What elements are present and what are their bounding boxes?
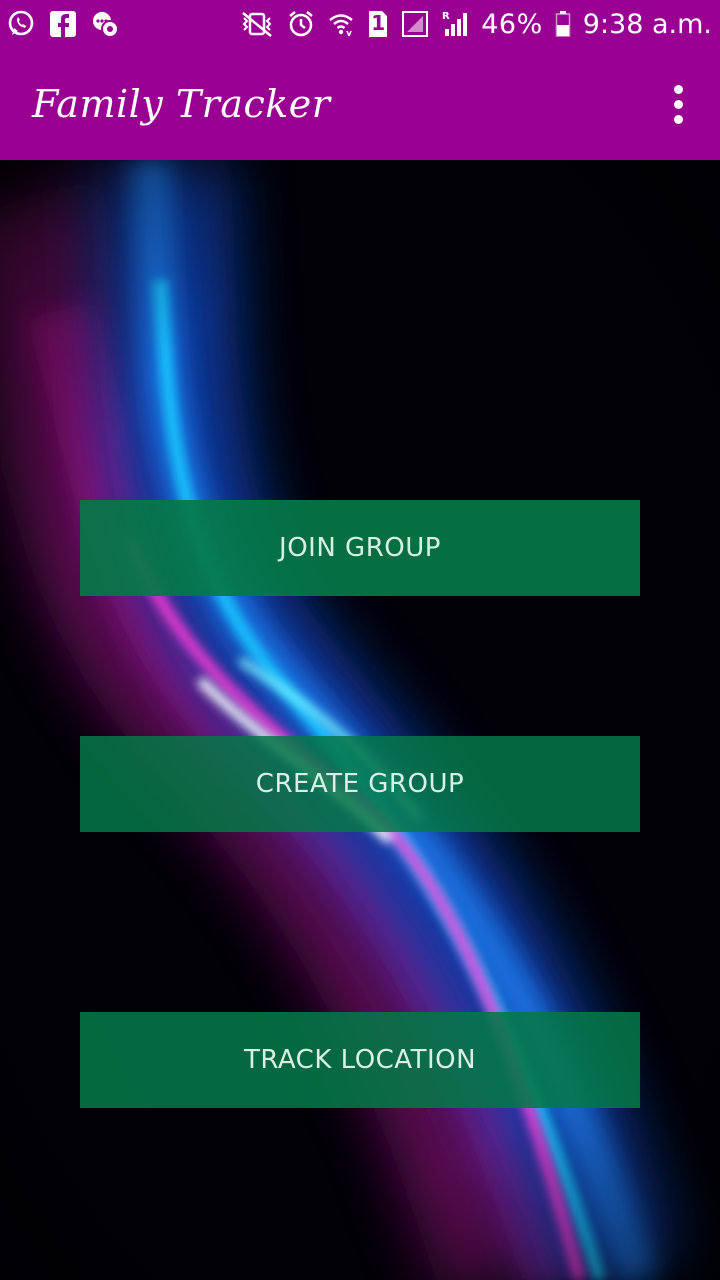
alarm-icon	[287, 9, 315, 39]
overflow-dot	[673, 99, 683, 109]
sim-slot-number: 1	[371, 11, 386, 35]
clock: 9:38 a.m.	[582, 8, 712, 40]
app-bar: Family Tracker	[0, 48, 720, 160]
create-group-button[interactable]: CREATE GROUP	[80, 736, 640, 832]
battery-percent: 46%	[481, 8, 543, 40]
background-wallpaper: JOIN GROUP CREATE GROUP TRACK LOCATION	[0, 160, 720, 1280]
facebook-icon	[48, 9, 78, 39]
signal-icon	[401, 9, 429, 39]
overflow-dot	[673, 84, 683, 94]
sim-icon: 1	[367, 9, 389, 39]
status-bar: 1 R 46% 9:38 a.m.	[0, 0, 720, 48]
system-icons: 1 R 46% 9:38 a.m.	[239, 9, 712, 40]
battery-icon	[555, 9, 571, 39]
light-streaks-image	[0, 160, 720, 1280]
overflow-menu-button[interactable]	[658, 72, 698, 136]
overflow-dot	[673, 114, 683, 124]
wifi-icon	[327, 9, 355, 39]
vibrate-icon	[239, 9, 275, 39]
roaming-signal-icon: R	[441, 9, 469, 39]
messenger-icon	[90, 9, 120, 39]
track-location-button[interactable]: TRACK LOCATION	[80, 1012, 640, 1108]
whatsapp-icon	[6, 9, 36, 39]
app-title: Family Tracker	[32, 82, 331, 126]
svg-text:R: R	[442, 11, 450, 22]
join-group-button[interactable]: JOIN GROUP	[80, 500, 640, 596]
notification-icons	[6, 9, 120, 39]
